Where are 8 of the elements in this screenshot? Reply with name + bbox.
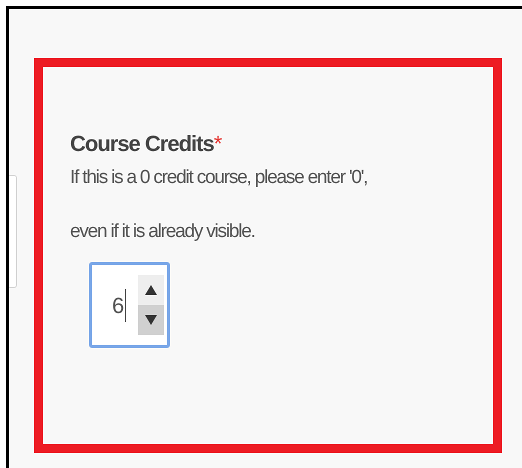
field-label: Course Credits <box>70 131 214 156</box>
help-text: If this is a 0 credit course, please enter '0', even if it is already visible. <box>70 166 368 244</box>
number-input[interactable]: 6 <box>89 262 170 348</box>
spinner-buttons[interactable] <box>138 275 164 335</box>
up-arrow-icon[interactable] <box>145 285 158 295</box>
required-mark: * <box>214 131 222 156</box>
down-arrow-icon[interactable] <box>145 315 158 325</box>
input-value: 6 <box>112 288 126 322</box>
